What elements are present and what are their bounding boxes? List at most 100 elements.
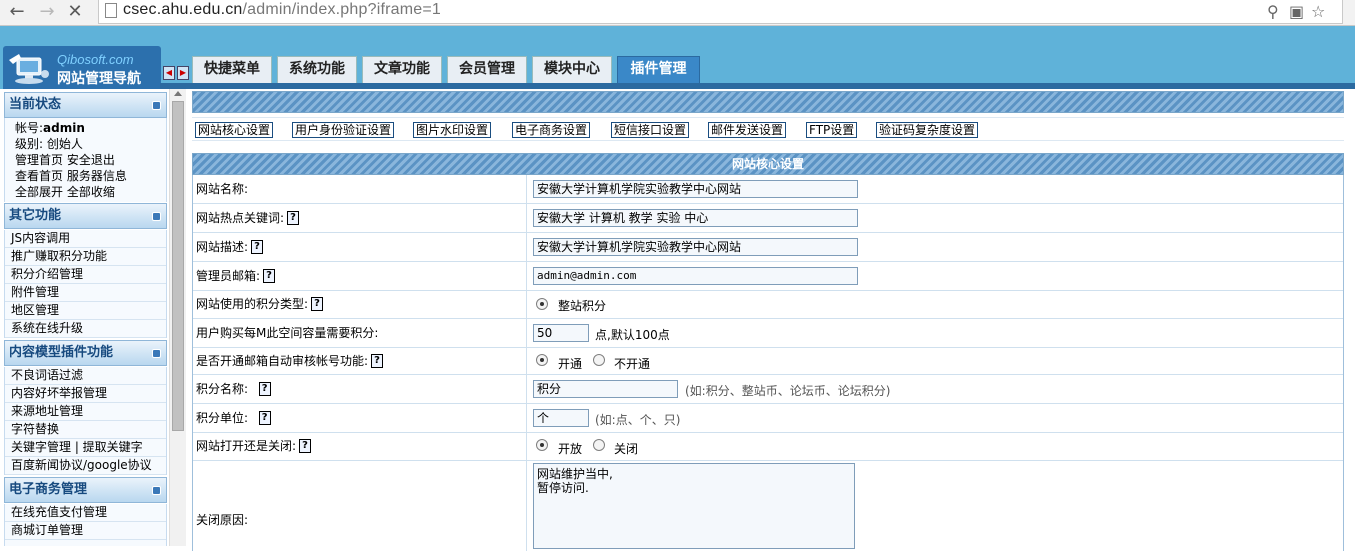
list-item[interactable]: 关键字管理 | 提取关键字 (5, 439, 166, 457)
link-core-settings[interactable]: 网站核心设置 (195, 122, 274, 138)
logo: Qibosoft.com 网站管理导航 (3, 46, 161, 89)
plugin-list: 不良词语过滤 内容好坏举报管理 来源地址管理 字符替换 关键字管理 | 提取关键… (4, 367, 167, 475)
form-row-close-reason: 关闭原因: 网站维护当中, 暂停访问. (193, 461, 1343, 551)
status-panel: 帐号:admin 级别: 创始人 管理首页 安全退出 查看首页 服务器信息 全部… (4, 118, 167, 202)
points-name-hint: (如:积分、整站币、论坛币、论坛积分) (685, 384, 891, 398)
list-item[interactable]: JS内容调用 (5, 230, 166, 248)
list-item[interactable]: 字符替换 (5, 421, 166, 439)
collapse-icon[interactable] (152, 212, 161, 221)
radio-email-audit-on[interactable] (536, 354, 548, 366)
list-item[interactable]: 系统在线升级 (5, 320, 166, 338)
link-watermark-settings[interactable]: 图片水印设置 (413, 122, 492, 138)
address-bar[interactable]: csec.ahu.edu.cn/admin/index.php?iframe=1… (98, 0, 1343, 24)
list-item[interactable]: 内容好坏举报管理 (5, 385, 166, 403)
stop-icon[interactable]: ✕ (64, 2, 86, 22)
expand-collapse-links[interactable]: 全部展开 全部收缩 (5, 184, 166, 200)
field-label: 网站描述: (196, 240, 249, 254)
list-item[interactable]: 百度新闻协议/google协议 (5, 457, 166, 475)
space-cost-hint: 点,默认100点 (595, 328, 670, 342)
site-name-input[interactable]: 安徽大学计算机学院实验教学中心网站 (533, 180, 858, 198)
points-unit-input[interactable]: 个 (533, 409, 589, 427)
sidebar: 当前状态 帐号:admin 级别: 创始人 管理首页 安全退出 查看首页 服务器… (0, 89, 169, 546)
admin-home-logout-links[interactable]: 管理首页 安全退出 (5, 152, 166, 168)
link-ftp-settings[interactable]: FTP设置 (806, 122, 858, 138)
form-row-space-cost: 用户购买每M此空间容量需要积分: 50 点,默认100点 (193, 319, 1343, 348)
radio-label: 开放 (558, 442, 583, 456)
browser-toolbar: ← → ✕ csec.ahu.edu.cn/admin/index.php?if… (0, 0, 1355, 26)
sidebar-scrollbar[interactable] (169, 89, 186, 546)
list-item[interactable]: 来源地址管理 (5, 403, 166, 421)
list-item[interactable]: 积分介绍管理 (5, 266, 166, 284)
help-icon[interactable]: ? (299, 439, 312, 453)
url-text: csec.ahu.edu.cn/admin/index.php?iframe=1 (123, 1, 441, 18)
collapse-icon[interactable] (152, 486, 161, 495)
radio-site-points[interactable] (536, 298, 548, 310)
link-captcha-settings[interactable]: 验证码复杂度设置 (876, 122, 979, 138)
star-icon[interactable]: ☆ (1311, 2, 1325, 21)
list-item[interactable]: 商城订单管理 (5, 522, 166, 540)
email-input[interactable]: admin@admin.com (533, 267, 858, 285)
back-icon[interactable]: ← (6, 2, 28, 22)
help-icon[interactable]: ? (287, 211, 300, 225)
points-name-input[interactable]: 积分 (533, 380, 678, 398)
section-ecommerce[interactable]: 电子商务管理 (4, 477, 167, 503)
list-item[interactable]: 推广赚取积分功能 (5, 248, 166, 266)
view-home-server-links[interactable]: 查看首页 服务器信息 (5, 168, 166, 184)
radio-label: 整站积分 (558, 299, 607, 313)
radio-site-closed[interactable] (593, 439, 605, 451)
scroll-thumb[interactable] (172, 101, 184, 431)
list-item[interactable]: 附件管理 (5, 284, 166, 302)
tab-article[interactable]: 文章功能 (362, 56, 442, 83)
form-row-site-name: 网站名称: 安徽大学计算机学院实验教学中心网站 (193, 175, 1343, 204)
settings-links: 网站核心设置 用户身份验证设置 图片水印设置 电子商务设置 短信接口设置 邮件发… (192, 117, 1344, 141)
link-auth-settings[interactable]: 用户身份验证设置 (292, 122, 395, 138)
description-input[interactable]: 安徽大学计算机学院实验教学中心网站 (533, 238, 858, 256)
section-plugins[interactable]: 内容模型插件功能 (4, 340, 167, 366)
page-icon (105, 3, 117, 18)
collapse-icon[interactable] (152, 349, 161, 358)
list-item[interactable]: 在线充值支付管理 (5, 504, 166, 522)
expand-right-icon[interactable]: ▶ (177, 66, 189, 80)
radio-label: 不开通 (614, 357, 651, 371)
keywords-input[interactable]: 安徽大学 计算机 教学 实验 中心 (533, 209, 858, 227)
list-item[interactable]: 地区管理 (5, 302, 166, 320)
field-label: 是否开通邮箱自动审核帐号功能: (196, 354, 369, 368)
scroll-up-icon[interactable] (174, 91, 182, 96)
level-line: 级别: 创始人 (15, 137, 83, 151)
field-label: 网站名称: (193, 175, 527, 203)
tab-modules[interactable]: 模块中心 (532, 56, 612, 83)
forward-icon[interactable]: → (36, 2, 58, 22)
section-other[interactable]: 其它功能 (4, 203, 167, 229)
list-item[interactable]: 不良词语过滤 (5, 367, 166, 385)
section-status[interactable]: 当前状态 (4, 92, 167, 118)
other-list: JS内容调用 推广赚取积分功能 积分介绍管理 附件管理 地区管理 系统在线升级 (4, 230, 167, 338)
field-label: 网站使用的积分类型: (196, 297, 309, 311)
close-reason-textarea[interactable]: 网站维护当中, 暂停访问. (533, 463, 855, 549)
link-mail-settings[interactable]: 邮件发送设置 (708, 122, 787, 138)
help-icon[interactable]: ? (371, 354, 384, 368)
help-icon[interactable]: ? (258, 411, 271, 425)
field-label: 管理员邮箱: (196, 269, 261, 283)
ecommerce-list: 在线充值支付管理 商城订单管理 (4, 504, 167, 546)
space-cost-input[interactable]: 50 (533, 324, 589, 342)
help-icon[interactable]: ? (311, 297, 324, 311)
form-row-points-type: 网站使用的积分类型:? 整站积分 (193, 291, 1343, 319)
tab-members[interactable]: 会员管理 (447, 56, 527, 83)
collapse-left-icon[interactable]: ◀ (163, 66, 175, 80)
form-row-email-audit: 是否开通邮箱自动审核帐号功能:? 开通 不开通 (193, 348, 1343, 375)
help-icon[interactable]: ? (258, 382, 271, 396)
section-title: 电子商务管理 (9, 482, 88, 497)
tab-quick-menu[interactable]: 快捷菜单 (192, 56, 272, 83)
help-icon[interactable]: ? (263, 269, 276, 283)
tab-system[interactable]: 系统功能 (277, 56, 357, 83)
link-ecommerce-settings[interactable]: 电子商务设置 (512, 122, 591, 138)
translate-icon[interactable]: ▣ (1289, 2, 1304, 21)
link-sms-settings[interactable]: 短信接口设置 (611, 122, 690, 138)
help-icon[interactable]: ? (251, 240, 264, 254)
radio-site-open[interactable] (536, 439, 548, 451)
form-row-keywords: 网站热点关键词:? 安徽大学 计算机 教学 实验 中心 (193, 204, 1343, 233)
key-icon[interactable]: ⚲ (1267, 2, 1279, 21)
collapse-icon[interactable] (152, 101, 161, 110)
radio-email-audit-off[interactable] (593, 354, 605, 366)
tab-plugins[interactable]: 插件管理 (617, 56, 700, 83)
